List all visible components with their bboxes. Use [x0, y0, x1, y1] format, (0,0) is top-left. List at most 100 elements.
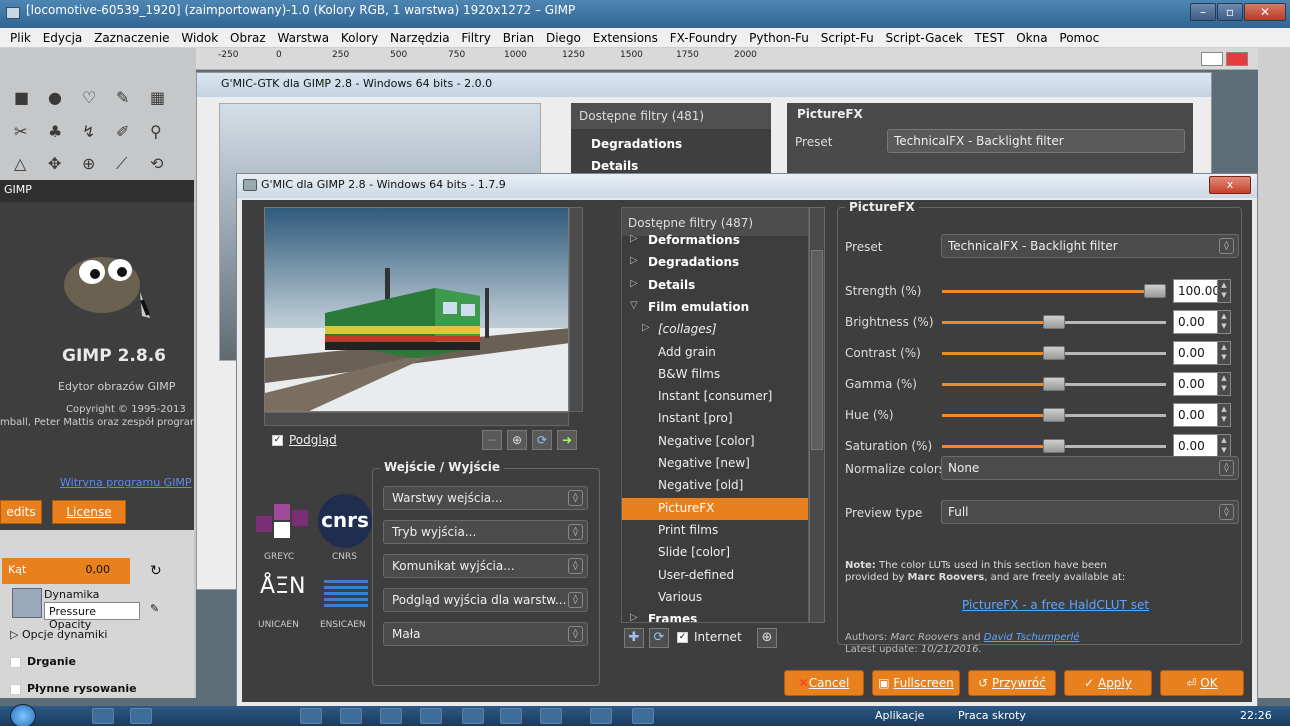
filter-item[interactable]: ▷ Details: [622, 275, 808, 297]
ok-button[interactable]: ⏎ OK: [1160, 670, 1244, 696]
menu-filtry[interactable]: Filtry: [461, 31, 490, 45]
taskbar-gimp-icon[interactable]: [590, 708, 612, 724]
menu-warstwa[interactable]: Warstwa: [278, 31, 330, 45]
slider-handle[interactable]: [1043, 315, 1065, 329]
slider-spinbox[interactable]: 0.00 ▲ ▼: [1173, 310, 1231, 334]
slider-track[interactable]: [942, 408, 1166, 422]
menu-narzedzia[interactable]: Narzędzia: [390, 31, 450, 45]
spin-updown-icon[interactable]: ▲ ▼: [1217, 372, 1231, 396]
taskbar-links-toolbar[interactable]: Praca skroty: [958, 709, 1026, 722]
menu-pomoc[interactable]: Pomoc: [1059, 31, 1099, 45]
zoom-icon[interactable]: ⚲: [150, 122, 162, 141]
measure-icon[interactable]: △: [14, 154, 26, 173]
scissors-icon[interactable]: ✂: [14, 122, 27, 141]
add-favorite-icon[interactable]: ✚: [624, 628, 644, 648]
apply-button[interactable]: ✓ Apply: [1064, 670, 1152, 696]
slider-handle[interactable]: [1043, 408, 1065, 422]
taskbar-app-icon[interactable]: [340, 708, 362, 724]
menu-test[interactable]: TEST: [975, 31, 1005, 45]
transform-icon[interactable]: ⟲: [150, 154, 163, 173]
search-icon[interactable]: ⊕: [757, 628, 777, 648]
filter-item[interactable]: Instant [consumer]: [622, 386, 808, 408]
output-mode-select[interactable]: Tryb wyjścia... ◊: [383, 520, 588, 544]
menu-obraz[interactable]: Obraz: [230, 31, 266, 45]
fit-preview-icon[interactable]: ➜: [557, 430, 577, 450]
cancel-button[interactable]: ✕Cancel: [784, 670, 864, 696]
slider-spinbox[interactable]: 0.00 ▲ ▼: [1173, 434, 1231, 458]
taskbar-gimp-icon[interactable]: [632, 708, 654, 724]
preview-vertical-scrollbar[interactable]: [569, 207, 583, 412]
taskbar-apps-toolbar[interactable]: Aplikacje: [875, 709, 924, 722]
zoom-out-icon[interactable]: −: [482, 430, 502, 450]
internet-toggle[interactable]: ✓ Internet: [677, 630, 742, 644]
credits-button[interactable]: edits: [0, 500, 42, 524]
crop-icon[interactable]: ⟋: [116, 154, 127, 174]
license-button[interactable]: License: [52, 500, 126, 524]
spin-updown-icon[interactable]: ▲ ▼: [1217, 341, 1231, 365]
dynamics-select[interactable]: Pressure Opacity: [44, 602, 140, 631]
slider-handle[interactable]: [1144, 284, 1166, 298]
taskbar-firefox-icon[interactable]: [462, 708, 484, 724]
filter-item[interactable]: ▽ Film emulation: [622, 297, 808, 319]
edit-dynamics-icon[interactable]: ✎: [150, 602, 159, 615]
slider-track[interactable]: [942, 377, 1166, 391]
gmic-gtk-filter-degradations[interactable]: Degradations: [591, 137, 682, 151]
start-button[interactable]: [10, 704, 36, 726]
slider-track[interactable]: [942, 439, 1166, 453]
smooth-toggle[interactable]: Płynne rysowanie: [10, 682, 137, 695]
taskbar-clock[interactable]: 22:26: [1240, 709, 1272, 722]
paths-icon[interactable]: ↯: [82, 122, 95, 141]
taskbar-app-icon[interactable]: [420, 708, 442, 724]
filter-item[interactable]: Slide [color]: [622, 542, 808, 564]
menu-diego[interactable]: Diego: [546, 31, 581, 45]
slider-handle[interactable]: [1043, 377, 1065, 391]
swatch-white[interactable]: [1201, 52, 1223, 66]
move-icon[interactable]: ✥: [48, 154, 61, 173]
rect-select-icon[interactable]: ■: [14, 88, 29, 107]
filter-item[interactable]: Print films: [622, 520, 808, 542]
menu-kolory[interactable]: Kolory: [341, 31, 378, 45]
slider-handle[interactable]: [1043, 346, 1065, 360]
preview-type-select[interactable]: Full ◊: [941, 500, 1239, 524]
dynamics-icon[interactable]: [12, 588, 42, 618]
spin-updown-icon[interactable]: ▲ ▼: [1217, 310, 1231, 334]
jitter-checkbox[interactable]: [10, 656, 21, 668]
gmic-gtk-preset-select[interactable]: TechnicalFX - Backlight filter: [887, 129, 1185, 153]
align-icon[interactable]: ⊕: [82, 154, 95, 173]
spin-updown-icon[interactable]: ▲ ▼: [1217, 434, 1231, 458]
gimp-website-link[interactable]: Witryna programu GIMP: [60, 476, 192, 489]
taskbar-word-icon[interactable]: [500, 708, 522, 724]
menu-zaznaczenie[interactable]: Zaznaczenie: [94, 31, 169, 45]
smooth-checkbox[interactable]: [10, 683, 21, 695]
menu-extensions[interactable]: Extensions: [593, 31, 658, 45]
output-preview-select[interactable]: Podgląd wyjścia dla warstw... ◊: [383, 588, 588, 612]
preview-image[interactable]: [264, 207, 569, 412]
filter-item[interactable]: ▷ Deformations: [622, 230, 808, 252]
filter-item[interactable]: ▷ Degradations: [622, 252, 808, 274]
filter-item[interactable]: PictureFX: [622, 497, 808, 520]
taskbar-app-icon[interactable]: [380, 708, 402, 724]
preview-toggle[interactable]: ✓ Podgląd: [272, 433, 337, 447]
preset-select[interactable]: TechnicalFX - Backlight filter ◊: [941, 234, 1239, 258]
normalize-select[interactable]: None ◊: [941, 456, 1239, 480]
slider-track[interactable]: [942, 284, 1166, 298]
gmic-close-button[interactable]: x: [1209, 176, 1251, 194]
filter-item[interactable]: Various: [622, 587, 808, 609]
lasso-icon[interactable]: ♡: [82, 88, 96, 107]
update-filters-icon[interactable]: ⟳: [649, 628, 669, 648]
ellipse-select-icon[interactable]: ●: [48, 88, 62, 107]
reset-button[interactable]: ↺ Przywróć: [968, 670, 1056, 696]
slider-track[interactable]: [942, 346, 1166, 360]
menu-okna[interactable]: Okna: [1016, 31, 1047, 45]
taskbar-app-icon[interactable]: [300, 708, 322, 724]
taskbar-app-icon[interactable]: [540, 708, 562, 724]
author-2-link[interactable]: David Tschumperlé: [984, 632, 1080, 643]
filter-item[interactable]: Negative [color]: [622, 431, 808, 453]
filter-item[interactable]: ▷ [collages]: [622, 319, 808, 341]
menu-edycja[interactable]: Edycja: [43, 31, 83, 45]
fullscreen-button[interactable]: ▣ Fullscreen: [872, 670, 960, 696]
slider-spinbox[interactable]: 0.00 ▲ ▼: [1173, 341, 1231, 365]
menu-widok[interactable]: Widok: [181, 31, 218, 45]
spin-updown-icon[interactable]: ▲ ▼: [1217, 403, 1231, 427]
taskbar-explorer-icon[interactable]: [92, 708, 114, 724]
